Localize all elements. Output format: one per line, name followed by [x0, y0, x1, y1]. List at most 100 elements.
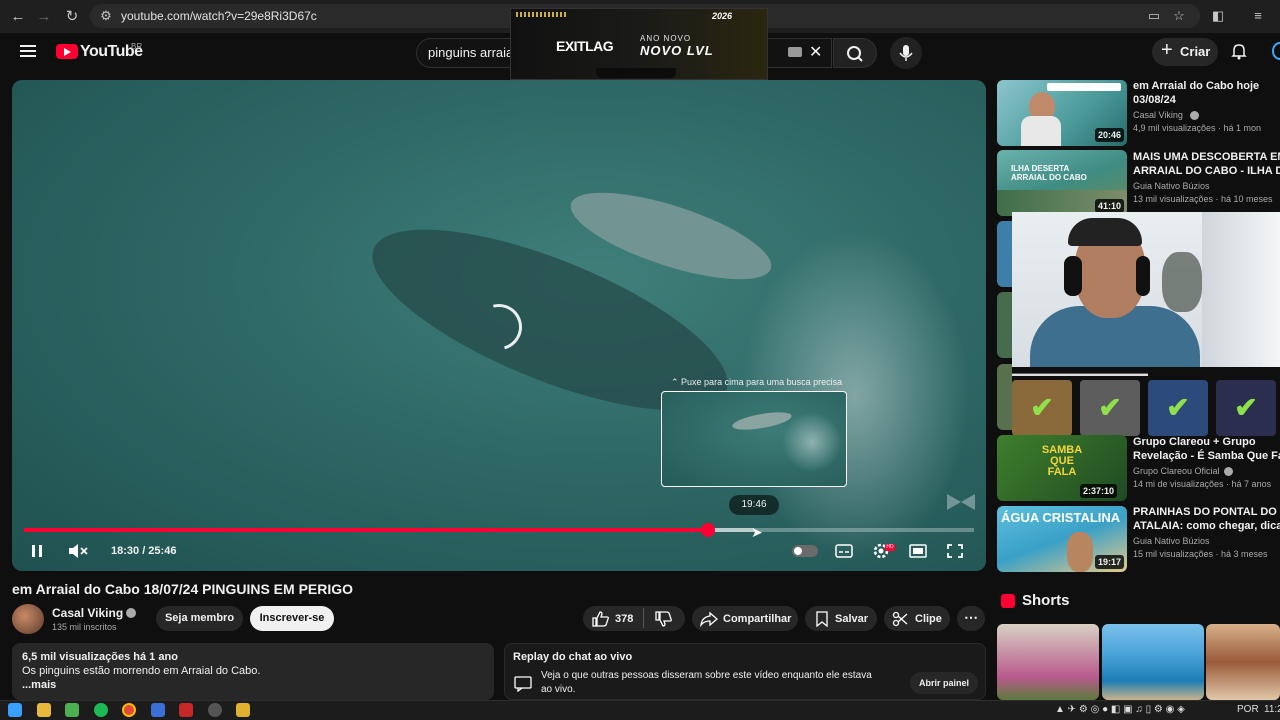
ad-decoration: [516, 12, 568, 17]
app-icon[interactable]: [236, 703, 250, 717]
pause-button[interactable]: [27, 542, 47, 560]
back-button[interactable]: ←: [8, 7, 28, 27]
app-icon[interactable]: [151, 703, 165, 717]
like-count[interactable]: 378: [615, 613, 633, 625]
mute-button[interactable]: [67, 542, 89, 560]
related-channel[interactable]: Grupo Clareou Oficial: [1133, 466, 1220, 476]
subtitles-icon: [835, 544, 853, 558]
channel-avatar[interactable]: [12, 604, 44, 634]
channel-name[interactable]: Casal Viking: [52, 606, 123, 620]
scrubber-handle[interactable]: [701, 523, 715, 537]
clip-label: Clipe: [915, 613, 942, 625]
related-meta: 4,9 mil visualizações · há 1 mon: [1133, 123, 1262, 133]
voice-search-button[interactable]: [890, 37, 922, 69]
system-clock[interactable]: 11:2: [1264, 704, 1280, 715]
windows-start-icon[interactable]: [8, 703, 22, 717]
app-icon[interactable]: [179, 703, 193, 717]
theater-mode-icon: [909, 544, 927, 558]
verified-check-icon: [126, 608, 136, 618]
cast-icon[interactable]: ▭: [1146, 8, 1162, 24]
related-title[interactable]: Revelação - É Samba Que Fala: [1133, 449, 1280, 463]
bookmark-star-icon[interactable]: ☆: [1171, 8, 1187, 24]
forward-button[interactable]: →: [34, 7, 54, 27]
spotify-icon[interactable]: [94, 703, 108, 717]
subtitles-button[interactable]: [834, 542, 854, 560]
short-thumbnail[interactable]: [997, 624, 1099, 700]
watermark-icon: [945, 490, 977, 514]
time-display: 18:30 / 25:46: [111, 545, 177, 557]
site-info-icon[interactable]: ⚙: [98, 8, 114, 24]
related-title[interactable]: PRAINHAS DO PONTAL DO: [1133, 505, 1280, 519]
thumbs-up-icon[interactable]: [592, 611, 610, 632]
fullscreen-button[interactable]: [945, 542, 965, 560]
autoplay-toggle[interactable]: [792, 545, 818, 557]
app-icon[interactable]: [208, 703, 222, 717]
reload-button[interactable]: ↻: [62, 7, 82, 27]
subscribe-button[interactable]: Inscrever-se: [250, 606, 334, 631]
notifications-bell-icon[interactable]: [1230, 42, 1248, 60]
input-language[interactable]: POR: [1237, 704, 1259, 715]
mouse-cursor-icon: ➤: [751, 524, 763, 540]
file-explorer-icon[interactable]: [37, 703, 51, 717]
related-title[interactable]: ARRAIAL DO CABO - ILHA DO ...: [1133, 164, 1280, 178]
open-panel-button[interactable]: Abrir painel: [910, 672, 978, 694]
chat-replay-title: Replay do chat ao vivo: [513, 651, 633, 663]
related-title[interactable]: Grupo Clareou + Grupo: [1133, 435, 1280, 449]
view-stats: 6,5 mil visualizações há 1 ano: [22, 651, 178, 663]
ad-tagline-small: ANO NOVO: [640, 34, 692, 43]
menu-icon[interactable]: ≡: [1250, 8, 1266, 24]
duration-badge: 19:17: [1095, 555, 1125, 569]
related-channel[interactable]: Guia Nativo Búzios: [1133, 536, 1210, 546]
extensions-icon[interactable]: ◧: [1210, 8, 1226, 24]
headphones-icon: [1136, 256, 1150, 296]
chat-replay-text-1: Veja o que outras pessoas disseram sobre…: [541, 670, 872, 681]
related-title[interactable]: em Arraial do Cabo hoje: [1133, 79, 1280, 93]
check-icon: ✔: [1030, 392, 1054, 423]
url-text[interactable]: youtube.com/watch?v=29e8Ri3D67c: [121, 9, 317, 23]
ad-bottom-tab: [596, 68, 676, 78]
related-meta: 15 mil visualizações · há 3 meses: [1133, 549, 1268, 559]
progress-played: [24, 528, 708, 532]
more-actions-icon[interactable]: ⋯: [957, 606, 985, 631]
ad-brand: EXITLAG: [556, 38, 614, 54]
video-title: em Arraial do Cabo 18/07/24 PINGUINS EM …: [12, 581, 354, 597]
related-title[interactable]: MAIS UMA DESCOBERTA EM: [1133, 150, 1280, 164]
related-title[interactable]: ATALAIA: como chegar, dicas ...: [1133, 519, 1280, 533]
check-icon: ✔: [1234, 392, 1258, 423]
seek-preview-thumbnail: [661, 391, 847, 487]
duration-badge: 20:46: [1095, 128, 1125, 142]
search-query[interactable]: pinguins arraial: [428, 45, 516, 60]
ad-tagline-big: NOVO LVL: [640, 43, 714, 58]
shorts-heading: Shorts: [1022, 592, 1070, 609]
hamburger-menu-icon[interactable]: [20, 45, 36, 57]
seek-preview-time: 19:46: [729, 495, 779, 515]
check-icon: ✔: [1098, 392, 1122, 423]
short-thumbnail[interactable]: [1206, 624, 1280, 700]
save-label: Salvar: [835, 613, 869, 625]
search-button[interactable]: [833, 38, 877, 68]
keyboard-icon[interactable]: [788, 47, 802, 57]
theater-mode-button[interactable]: [908, 542, 928, 560]
ad-year-badge: 2026: [712, 11, 733, 21]
thumbs-down-icon[interactable]: [655, 611, 673, 632]
chrome-icon[interactable]: [122, 703, 136, 717]
country-code: BR: [131, 42, 143, 51]
subscriber-count: 135 mil inscritos: [52, 622, 117, 632]
join-button[interactable]: Seja membro: [156, 606, 243, 631]
verified-check-icon: [1190, 111, 1199, 120]
clear-search-icon[interactable]: ✕: [809, 42, 822, 62]
short-thumbnail[interactable]: [1102, 624, 1204, 700]
related-channel[interactable]: Casal Viking: [1133, 110, 1183, 120]
checklist-tile: ✔: [1012, 380, 1072, 436]
microphone-icon: [899, 45, 913, 61]
divider: [643, 608, 644, 628]
share-label: Compartilhar: [723, 613, 792, 625]
tray-icons[interactable]: ▲ ✈ ⚙ ◎ ● ◧ ▣ ♫ ▯ ⚙ ◉ ◈: [1055, 704, 1185, 715]
thumb-text: ÁGUA CRISTALINA: [1001, 510, 1121, 525]
app-icon[interactable]: [65, 703, 79, 717]
related-channel[interactable]: Guia Nativo Búzios: [1133, 181, 1210, 191]
duration-badge: 41:10: [1095, 199, 1125, 213]
related-title[interactable]: 03/08/24: [1133, 93, 1280, 107]
youtube-logo-icon[interactable]: [56, 44, 78, 59]
show-more-link[interactable]: ...mais: [22, 679, 56, 691]
